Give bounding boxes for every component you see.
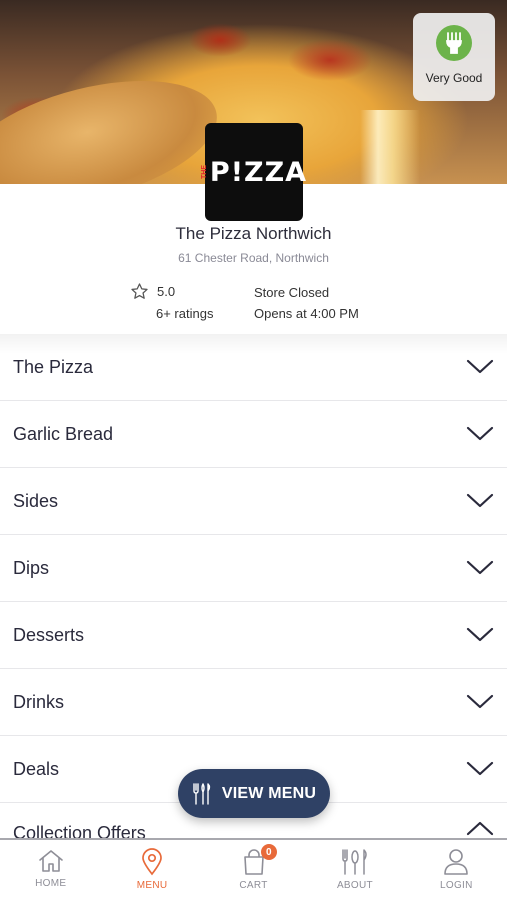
nav-label: HOME [35,878,67,889]
home-icon [38,850,63,872]
nav-login[interactable]: LOGIN [406,840,507,900]
category-row[interactable]: Drinks [0,669,507,736]
category-row[interactable]: The Pizza [0,334,507,401]
nav-label: ABOUT [336,880,373,891]
hygiene-rating-label: Very Good [425,71,483,85]
view-menu-label: VIEW MENU [221,784,317,802]
cart-count-badge: 0 [260,844,277,860]
cutlery-icon [342,849,367,875]
chevron-down-icon [466,694,494,709]
chevron-up-icon [466,821,494,836]
chevron-down-icon [466,560,494,575]
pizza-crust-decoration [0,58,230,184]
store-status: Store Closed [254,285,330,300]
location-pin-icon [142,848,162,876]
nav-label: CART [239,880,268,891]
category-row[interactable]: Garlic Bread [0,401,507,468]
store-name: The Pizza Northwich [175,224,332,243]
cheese-pull-decoration [360,110,420,184]
bottom-nav: HOME MENU 0 CART ABOUT LOGIN [0,838,507,900]
category-label: Desserts [13,624,85,645]
chevron-down-icon [466,493,494,508]
nav-label: MENU [136,880,168,891]
user-icon [444,849,469,875]
rating-count: 6+ ratings [156,306,214,321]
store-logo: THE P!ZZA [201,123,306,221]
category-label: Sides [13,490,59,511]
category-label: Dips [13,557,50,578]
nav-cart[interactable]: 0 CART [203,840,304,900]
category-row[interactable]: Desserts [0,602,507,669]
category-label: Garlic Bread [13,423,114,444]
store-opening-time: Opens at 4:00 PM [254,306,359,321]
nav-label: LOGIN [440,880,473,891]
rating: 5.0 [130,282,175,301]
cutlery-icon [193,782,211,805]
store-address: 61 Chester Road, Northwich [178,251,329,265]
nav-about[interactable]: ABOUT [304,840,405,900]
category-label: Drinks [13,691,65,712]
nav-home[interactable]: HOME [0,840,101,900]
chevron-down-icon [466,761,494,776]
category-row[interactable]: Dips [0,535,507,602]
logo-text: P!ZZA [209,156,308,188]
rating-value: 5.0 [157,284,176,299]
star-icon [131,283,148,299]
logo-prefix: THE [200,165,208,179]
chevron-down-icon [466,627,494,642]
hygiene-rating-card[interactable]: Very Good [413,13,495,101]
category-row[interactable]: Sides [0,468,507,535]
category-label: The Pizza [13,356,94,377]
chevron-down-icon [466,426,494,441]
view-menu-button[interactable]: VIEW MENU [178,769,330,818]
chevron-down-icon [466,359,494,374]
category-label: Deals [13,758,60,779]
hygiene-fork-icon [436,25,472,61]
nav-menu[interactable]: MENU [101,840,202,900]
